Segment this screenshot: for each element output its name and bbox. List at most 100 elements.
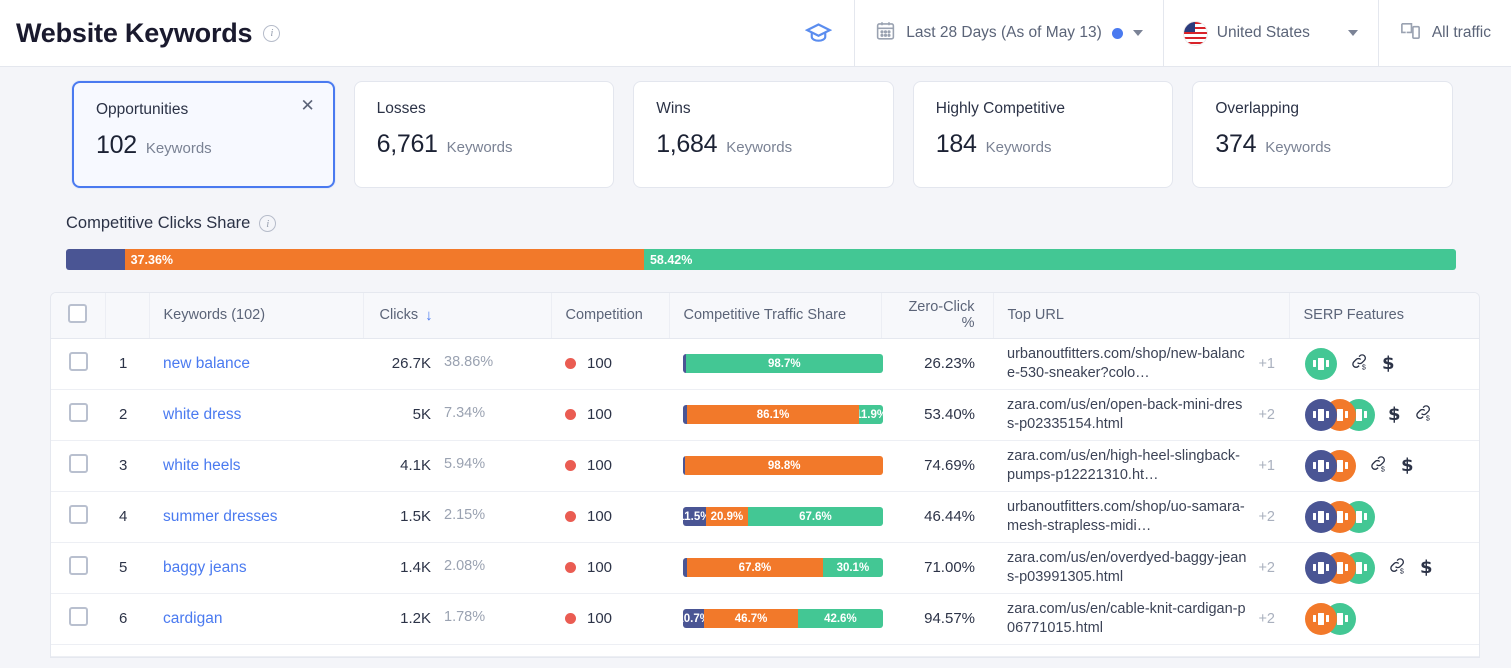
carousel-icon <box>1313 511 1329 523</box>
keyword-link[interactable]: white heels <box>163 457 241 474</box>
zero-click-header[interactable]: Zero-Click % <box>881 293 993 338</box>
traffic-selector[interactable]: All traffic <box>1378 0 1511 66</box>
serp-feature-circle[interactable] <box>1305 552 1337 584</box>
row-keyword-cell: new balance <box>149 338 363 389</box>
date-range-selector[interactable]: Last 28 Days (As of May 13) <box>854 0 1163 66</box>
clicks-percent: 2.15% <box>444 507 523 523</box>
traffic-share-segment: 46.7% <box>704 609 797 628</box>
serp-feature-stack <box>1305 552 1375 584</box>
table-row[interactable]: 6cardigan1.2K1.78%10010.7%46.7%42.6%94.5… <box>51 593 1479 644</box>
serp-feature-circle[interactable] <box>1305 501 1337 533</box>
chevron-down-icon[interactable] <box>1133 30 1143 36</box>
svg-text:$: $ <box>1381 465 1385 473</box>
carousel-icon <box>1313 562 1329 574</box>
top-url-text[interactable]: zara.com/us/en/open-back-mini-dress-p023… <box>1007 396 1246 434</box>
row-checkbox[interactable] <box>69 352 88 371</box>
close-icon[interactable]: ✕ <box>299 98 317 116</box>
metric-card-losses[interactable]: Losses 6,761 Keywords <box>354 81 615 188</box>
row-checkbox[interactable] <box>69 505 88 524</box>
competition-dot <box>565 409 576 420</box>
table-row[interactable]: 4summer dresses1.5K2.15%10011.5%20.9%67.… <box>51 491 1479 542</box>
link-dollar-icon[interactable]: $ <box>1388 556 1407 580</box>
row-rank: 6 <box>105 593 149 644</box>
metric-card-overlapping[interactable]: Overlapping 374 Keywords <box>1192 81 1453 188</box>
country-selector[interactable]: United States <box>1163 0 1378 66</box>
info-icon[interactable]: i <box>259 215 276 232</box>
traffic-share-segment: 11.9% <box>859 405 883 424</box>
competition-dot <box>565 460 576 471</box>
dollar-icon[interactable]: $ <box>1401 455 1414 476</box>
traffic-share-segment: 11.5% <box>683 507 706 526</box>
competition-value: 100 <box>587 610 612 627</box>
keyword-link[interactable]: white dress <box>163 406 241 423</box>
top-url-header[interactable]: Top URL <box>993 293 1289 338</box>
row-zero-click: 71.00% <box>881 542 993 593</box>
top-url-text[interactable]: urbanoutfitters.com/shop/uo-samara-mesh-… <box>1007 498 1246 536</box>
link-dollar-icon[interactable]: $ <box>1350 352 1369 376</box>
metric-card-highly-competitive[interactable]: Highly Competitive 184 Keywords <box>913 81 1174 188</box>
competition-header[interactable]: Competition <box>551 293 669 338</box>
row-traffic-share-cell: 67.8%30.1% <box>669 542 881 593</box>
url-extra-count[interactable]: +2 <box>1258 611 1275 627</box>
traffic-share-bar: 11.5%20.9%67.6% <box>683 507 883 526</box>
rank-header <box>105 293 149 338</box>
serp-features-header[interactable]: SERP Features <box>1289 293 1479 338</box>
row-rank: 2 <box>105 389 149 440</box>
link-dollar-icon[interactable]: $ <box>1414 403 1433 427</box>
partial-row-cell <box>51 644 1479 656</box>
graduation-cap-icon[interactable] <box>783 0 854 66</box>
top-url-text[interactable]: zara.com/us/en/cable-knit-cardigan-p0677… <box>1007 600 1246 638</box>
row-checkbox[interactable] <box>69 556 88 575</box>
keywords-header[interactable]: Keywords (102) <box>149 293 363 338</box>
row-keyword-cell: cardigan <box>149 593 363 644</box>
serp-feature-circle[interactable] <box>1305 603 1337 635</box>
carousel-icon <box>1313 460 1329 472</box>
row-select-cell <box>51 338 105 389</box>
clicks-header[interactable]: Clicks↓ <box>363 293 551 338</box>
carousel-icon <box>1313 613 1329 625</box>
row-url-cell: zara.com/us/en/high-heel-slingback-pumps… <box>993 440 1289 491</box>
card-title: Highly Competitive <box>936 100 1151 118</box>
row-keyword-cell: white heels <box>149 440 363 491</box>
row-url-cell: zara.com/us/en/cable-knit-cardigan-p0677… <box>993 593 1289 644</box>
top-url-text[interactable]: urbanoutfitters.com/shop/new-balance-530… <box>1007 345 1246 383</box>
dollar-icon[interactable]: $ <box>1388 404 1401 425</box>
serp-feature-circle[interactable] <box>1305 450 1337 482</box>
keyword-link[interactable]: cardigan <box>163 610 222 627</box>
traffic-share-header[interactable]: Competitive Traffic Share <box>669 293 881 338</box>
url-extra-count[interactable]: +2 <box>1258 407 1275 423</box>
clicks-value: 4.1K <box>379 457 431 474</box>
serp-feature-circle[interactable] <box>1305 348 1337 380</box>
table-row[interactable]: 1new balance26.7K38.86%10098.7%26.23%urb… <box>51 338 1479 389</box>
table-row-partial[interactable] <box>51 644 1479 656</box>
keyword-link[interactable]: baggy jeans <box>163 559 247 576</box>
metric-card-wins[interactable]: Wins 1,684 Keywords <box>633 81 894 188</box>
link-dollar-icon[interactable]: $ <box>1369 454 1388 478</box>
table-row[interactable]: 2white dress5K7.34%10086.1%11.9%53.40%za… <box>51 389 1479 440</box>
table-row[interactable]: 3white heels4.1K5.94%10098.8%74.69%zara.… <box>51 440 1479 491</box>
serp-feature-circle[interactable] <box>1305 399 1337 431</box>
row-checkbox[interactable] <box>69 403 88 422</box>
row-checkbox[interactable] <box>69 454 88 473</box>
sort-descending-icon[interactable]: ↓ <box>425 307 433 324</box>
svg-text:$: $ <box>1425 414 1429 422</box>
card-value: 6,761 <box>377 130 438 159</box>
url-extra-count[interactable]: +2 <box>1258 509 1275 525</box>
select-all-checkbox[interactable] <box>68 304 87 323</box>
table-row[interactable]: 5baggy jeans1.4K2.08%10067.8%30.1%71.00%… <box>51 542 1479 593</box>
svg-text:$: $ <box>1400 567 1404 575</box>
keyword-link[interactable]: new balance <box>163 355 250 372</box>
dollar-icon[interactable]: $ <box>1382 353 1395 374</box>
keyword-link[interactable]: summer dresses <box>163 508 278 525</box>
url-extra-count[interactable]: +1 <box>1258 356 1275 372</box>
top-url-text[interactable]: zara.com/us/en/overdyed-baggy-jeans-p039… <box>1007 549 1246 587</box>
top-url-text[interactable]: zara.com/us/en/high-heel-slingback-pumps… <box>1007 447 1246 485</box>
metric-card-opportunities[interactable]: Opportunities ✕ 102 Keywords <box>72 81 335 188</box>
chevron-down-icon[interactable] <box>1348 30 1358 36</box>
url-extra-count[interactable]: +2 <box>1258 560 1275 576</box>
row-select-cell <box>51 491 105 542</box>
info-icon[interactable]: i <box>263 25 280 42</box>
dollar-icon[interactable]: $ <box>1420 557 1433 578</box>
url-extra-count[interactable]: +1 <box>1258 458 1275 474</box>
row-checkbox[interactable] <box>69 607 88 626</box>
